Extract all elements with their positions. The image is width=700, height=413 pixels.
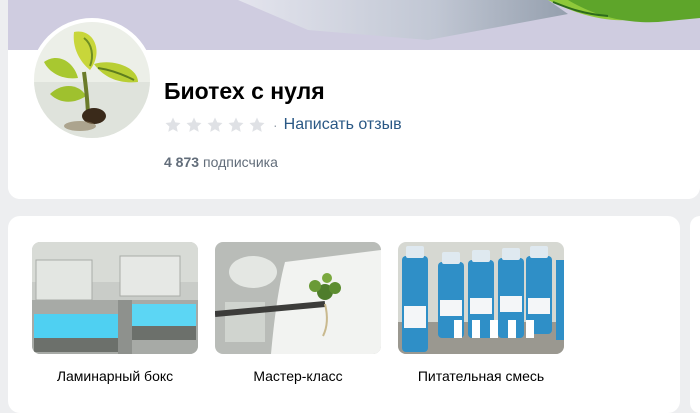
star-icon[interactable] bbox=[164, 116, 182, 134]
star-icon[interactable] bbox=[185, 116, 203, 134]
group-title: Биотех с нуля bbox=[164, 78, 325, 104]
plant-avatar-icon bbox=[34, 22, 150, 138]
rating-row: · Написать отзыв bbox=[164, 116, 402, 134]
product-caption: Питательная смесь bbox=[417, 368, 545, 384]
product-item-nutrient-mix[interactable]: Питательная смесь bbox=[398, 242, 564, 384]
star-icon[interactable] bbox=[227, 116, 245, 134]
profile-card: Биотех с нуля · Написать отзыв 4 873 подп… bbox=[8, 0, 700, 199]
laminar-box-photo-icon bbox=[32, 242, 198, 354]
subscribers-number: 4 873 bbox=[164, 154, 200, 170]
products-card: Ламинарный бокс Мастер-класс Питательная… bbox=[8, 216, 680, 413]
subscribers-label: подписчика bbox=[203, 154, 278, 170]
separator-dot: · bbox=[273, 117, 278, 133]
nutrient-bottles-photo-icon bbox=[398, 242, 564, 354]
product-caption: Мастер-класс bbox=[253, 368, 343, 384]
adjacent-card-edge bbox=[690, 216, 700, 413]
product-item-master-class[interactable]: Мастер-класс bbox=[215, 242, 381, 384]
avatar[interactable] bbox=[34, 22, 150, 138]
product-caption: Ламинарный бокс bbox=[56, 368, 174, 384]
write-review-link[interactable]: Написать отзыв bbox=[284, 116, 402, 134]
product-item-laminar-box[interactable]: Ламинарный бокс bbox=[32, 242, 198, 384]
subscribers-count[interactable]: 4 873 подписчика bbox=[164, 154, 278, 170]
plant-tweezers-photo-icon bbox=[215, 242, 381, 354]
star-icon[interactable] bbox=[248, 116, 266, 134]
star-icon[interactable] bbox=[206, 116, 224, 134]
